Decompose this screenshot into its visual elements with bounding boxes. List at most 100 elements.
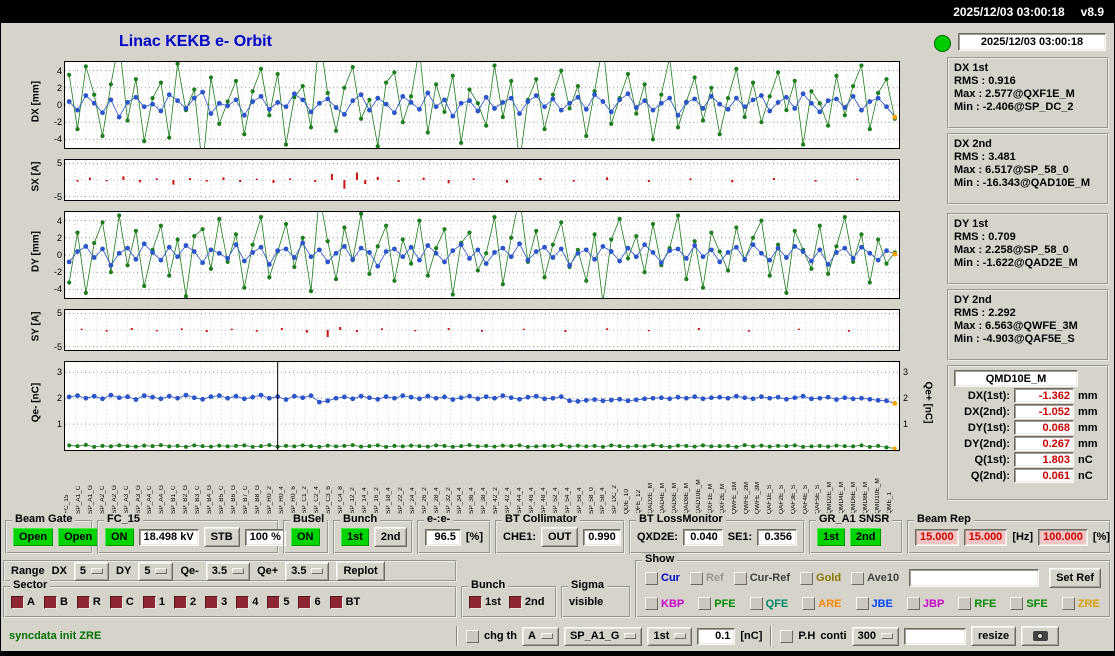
fc15-stb-button[interactable]: STB	[203, 527, 240, 547]
fc15-kv-field[interactable]: 18.498 kV	[138, 528, 199, 546]
beam-gate-open2-button[interactable]: Open	[58, 528, 99, 546]
checkbox[interactable]	[508, 595, 522, 609]
ph-checkbox[interactable]	[780, 629, 794, 643]
sector-item-5[interactable]: 5	[267, 595, 289, 609]
checkbox[interactable]	[173, 595, 187, 609]
bunch-1st-button[interactable]: 1st	[341, 528, 369, 546]
show-jbp-item[interactable]: JBP	[906, 597, 944, 610]
checkbox[interactable]	[11, 595, 24, 609]
show-rfe-item[interactable]: RFE	[958, 597, 996, 610]
range-dx-menu[interactable]: 5	[73, 561, 110, 581]
sector-item-b[interactable]: B	[43, 595, 68, 609]
x-axis-label: SP_C1_2	[302, 486, 309, 514]
checkbox[interactable]	[109, 595, 123, 609]
x-axis-label: QAF2E_S	[779, 484, 786, 514]
checkbox[interactable]	[329, 595, 343, 609]
gr-a1-2nd-button[interactable]: 2nd	[849, 528, 882, 546]
checkbox[interactable]	[689, 571, 703, 585]
sector-item-3[interactable]: 3	[205, 595, 227, 609]
fc15-on-button[interactable]: ON	[105, 528, 134, 546]
option-menu-indicator-icon	[880, 633, 893, 639]
status-message: syncdata init ZRE	[9, 630, 102, 642]
titlebar-version: v8.9	[1080, 5, 1104, 19]
show-jbe-item[interactable]: JBE	[855, 597, 893, 610]
checkbox[interactable]	[205, 595, 219, 609]
show-qfe-item[interactable]: QFE	[749, 597, 788, 610]
show-cur-item[interactable]: Cur	[645, 571, 680, 585]
checkbox[interactable]	[298, 595, 312, 609]
stats-max: Max : 2.258@SP_58_0	[954, 244, 1069, 256]
sector-item-2[interactable]: 2	[173, 595, 196, 609]
checkbox[interactable]	[645, 571, 658, 585]
bunch-menu[interactable]: 1st	[647, 626, 693, 646]
ref-name-input[interactable]	[909, 569, 1040, 587]
bunch-label: 1st	[485, 596, 501, 608]
range-qep-menu[interactable]: 3.5	[285, 561, 330, 581]
show-zre-item[interactable]: ZRE	[1061, 597, 1100, 610]
show-ref-item[interactable]: Ref	[689, 571, 724, 585]
sector-item-6[interactable]: 6	[298, 595, 321, 609]
checkbox[interactable]	[800, 571, 814, 585]
checkbox[interactable]	[76, 595, 90, 609]
sector-item-4[interactable]: 4	[236, 595, 258, 609]
qxd2e-label: QXD2E:	[637, 531, 678, 543]
che1-out-button[interactable]: OUT	[541, 527, 579, 547]
checkbox[interactable]	[142, 595, 156, 609]
checkbox[interactable]	[855, 597, 869, 610]
checkbox[interactable]	[469, 595, 482, 609]
checkbox[interactable]	[802, 597, 816, 610]
x-axis-label: SP_22_2	[397, 487, 404, 514]
resize-button[interactable]: resize	[970, 626, 1017, 646]
interval-menu[interactable]: 300	[851, 626, 899, 646]
sector-item-bt[interactable]: BT	[329, 595, 360, 609]
range-qem-menu[interactable]: 3.5	[205, 561, 251, 581]
checkbox[interactable]	[645, 597, 658, 610]
checkbox[interactable]	[267, 595, 281, 609]
checkbox[interactable]	[958, 597, 972, 610]
gr-a1-1st-button[interactable]: 1st	[817, 528, 845, 546]
sigma-visible-item[interactable]: visible	[569, 596, 603, 608]
bunch-2nd-button[interactable]: 2nd	[373, 527, 408, 547]
sector-item-c[interactable]: C	[109, 595, 134, 609]
blank-field[interactable]	[903, 627, 966, 645]
range-dy-label: DY	[116, 565, 132, 577]
show-pfe-item[interactable]: PFE	[698, 597, 736, 610]
show-gold-item[interactable]: Gold	[800, 571, 841, 585]
threshold-field[interactable]: 0.1	[697, 627, 736, 645]
set-ref-button[interactable]: Set Ref	[1049, 568, 1101, 588]
range-dy-menu[interactable]: 5	[138, 561, 174, 581]
checkbox[interactable]	[1010, 597, 1024, 610]
chg-th-checkbox[interactable]	[466, 629, 479, 643]
screenshot-button[interactable]	[1021, 626, 1060, 646]
checkbox[interactable]	[906, 597, 920, 610]
x-axis-label: SP_A1_C	[75, 485, 82, 514]
checkbox[interactable]	[43, 595, 57, 609]
sector-menu[interactable]: A	[522, 626, 559, 646]
bunch-1st-item[interactable]: 1st	[469, 595, 501, 609]
sector-item-a[interactable]: A	[11, 595, 35, 609]
gr-a1-snsr-group: GR_A1 SNSR 1st 2nd	[809, 513, 903, 554]
option-menu-indicator-icon	[155, 568, 168, 574]
sector-label: C	[125, 596, 134, 608]
group-title: BuSel	[290, 513, 328, 525]
show-kbp-item[interactable]: KBP	[645, 597, 684, 610]
fc15-percent-field[interactable]: 100 %	[244, 528, 286, 546]
sector-item-r[interactable]: R	[76, 595, 101, 609]
show-sfe-item[interactable]: SFE	[1010, 597, 1048, 610]
busel-on-button[interactable]: ON	[291, 528, 320, 546]
ee-ratio-field[interactable]: 96.5	[425, 528, 461, 546]
checkbox[interactable]	[1061, 597, 1075, 610]
beam-gate-open1-button[interactable]: Open	[13, 528, 54, 546]
show-ave10-item[interactable]: Ave10	[851, 571, 899, 585]
show-are-item[interactable]: ARE	[802, 597, 842, 610]
checkbox[interactable]	[749, 597, 763, 610]
replot-button[interactable]: Replot	[336, 561, 385, 581]
checkbox[interactable]	[698, 597, 712, 610]
element-menu[interactable]: SP_A1_G	[563, 626, 643, 646]
checkbox[interactable]	[733, 571, 747, 585]
checkbox[interactable]	[851, 571, 865, 585]
show-cur-ref-item[interactable]: Cur-Ref	[733, 571, 790, 585]
sector-item-1[interactable]: 1	[142, 595, 165, 609]
bunch-2nd-item[interactable]: 2nd	[508, 595, 544, 609]
checkbox[interactable]	[236, 595, 250, 609]
